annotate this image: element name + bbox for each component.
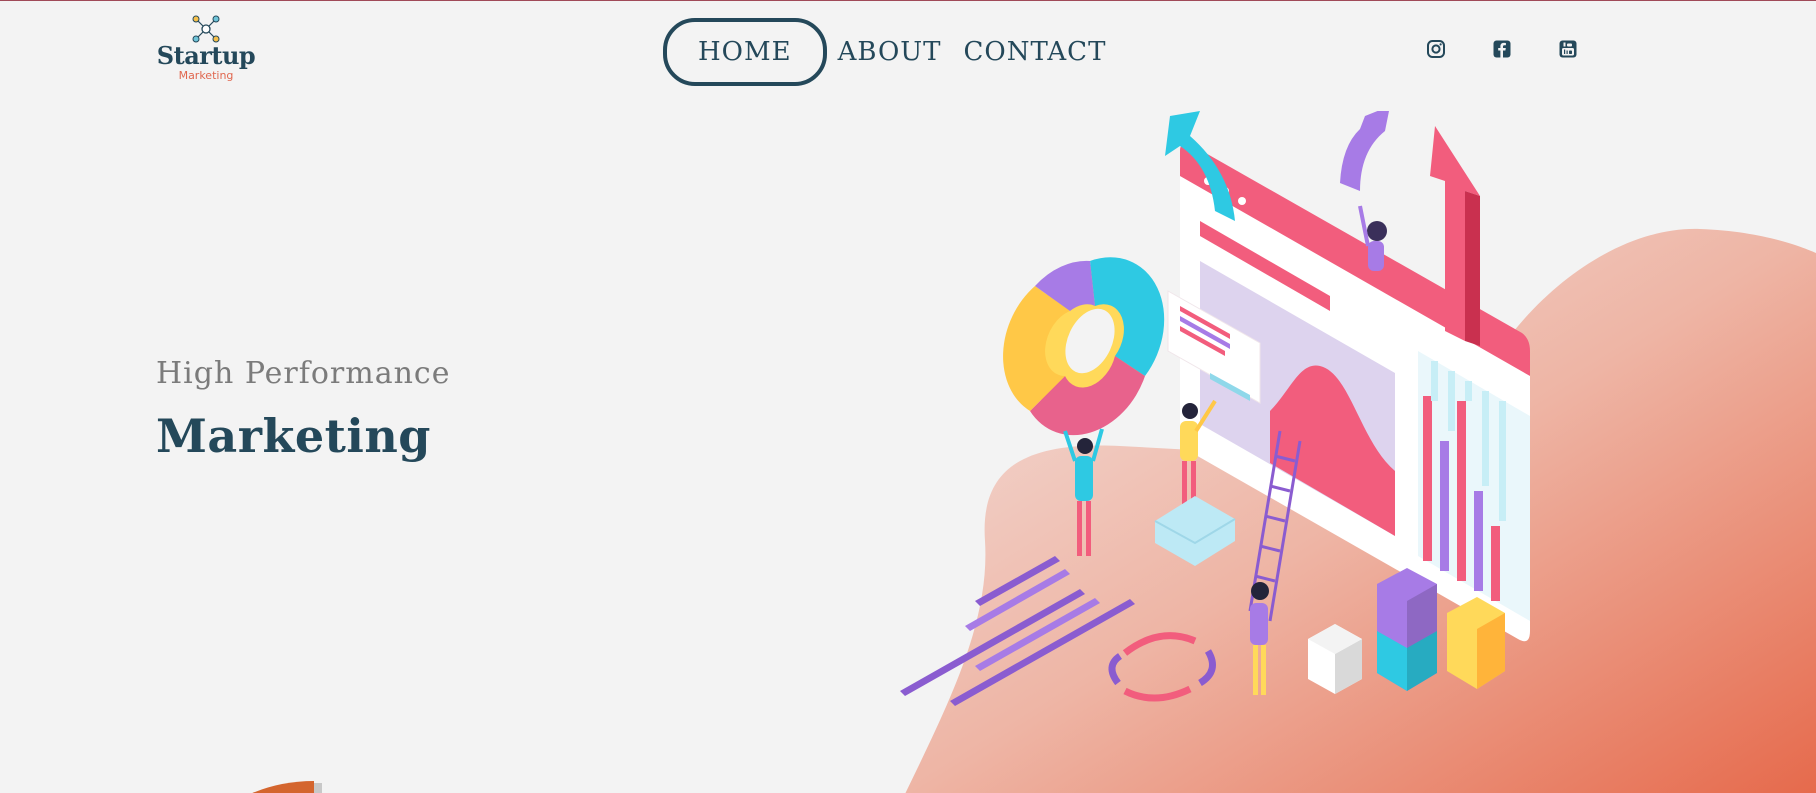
youtube-icon[interactable] (1558, 39, 1578, 59)
hero-kicker: High Performance (156, 356, 451, 391)
cycle-arrows-graphic (1108, 632, 1216, 702)
nav-contact[interactable]: CONTACT (953, 21, 1118, 83)
nav-about[interactable]: ABOUT (827, 21, 953, 83)
social-links (1426, 39, 1578, 59)
instagram-icon[interactable] (1426, 39, 1446, 59)
stripes-graphic (900, 556, 1135, 706)
facebook-icon[interactable] (1492, 39, 1512, 59)
nav-home[interactable]: HOME (663, 18, 827, 86)
main-nav: HOME ABOUT CONTACT (663, 18, 1118, 86)
marketing-illustration (900, 111, 1530, 706)
hero-title: Marketing (156, 409, 431, 463)
brand-logo[interactable]: Startup Marketing (156, 15, 256, 82)
donut-chart-graphic (1003, 257, 1165, 436)
brand-subtitle: Marketing (178, 69, 234, 82)
network-nodes-icon (192, 15, 220, 43)
landing-page: Startup Marketing HOME ABOUT CONTACT Hig… (0, 0, 1816, 793)
bottom-decoration (252, 781, 322, 793)
brand-title: Startup (156, 41, 256, 70)
